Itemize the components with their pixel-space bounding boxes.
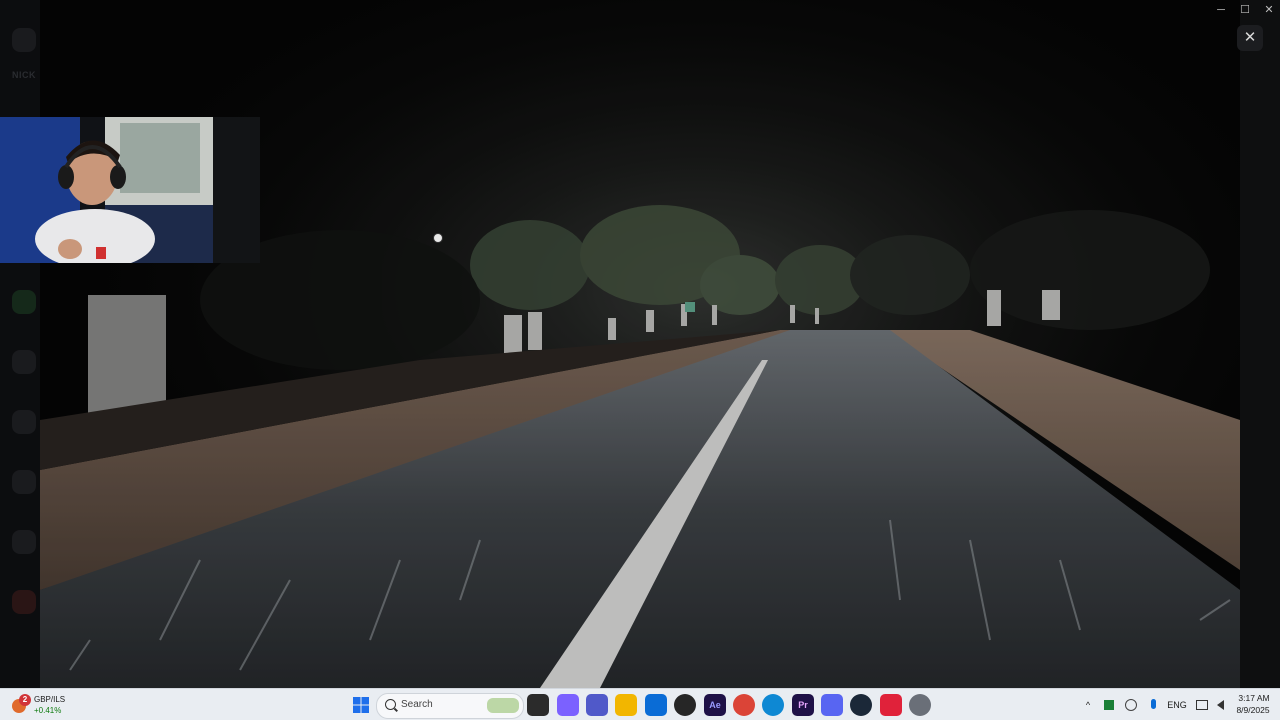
close-viewer-button[interactable]: ✕	[1237, 25, 1263, 51]
after-effects-icon[interactable]: Ae	[704, 694, 726, 716]
discord-home-icon[interactable]	[12, 28, 36, 52]
server-icon[interactable]	[12, 590, 36, 614]
screen: NICK ─ ☐ ✕ ✕ 2 GBP/ILS +0.41% Search Ae …	[0, 0, 1280, 720]
server-icon[interactable]	[12, 530, 36, 554]
mouse-cursor	[433, 233, 443, 243]
server-rail: NICK	[0, 0, 40, 688]
minimize-button[interactable]: ─	[1211, 2, 1231, 18]
red-app-icon[interactable]	[880, 694, 902, 716]
chrome-icon[interactable]	[733, 694, 755, 716]
file-explorer-icon[interactable]	[615, 694, 637, 716]
tray-app-icon[interactable]	[1100, 689, 1118, 720]
tray-security-icon[interactable]	[1122, 689, 1140, 720]
window-close-button[interactable]: ✕	[1259, 2, 1279, 18]
rail-label: NICK	[12, 70, 36, 80]
maximize-button[interactable]: ☐	[1235, 2, 1255, 18]
server-icon[interactable]	[12, 410, 36, 434]
task-view-icon[interactable]	[527, 694, 549, 716]
discord-icon[interactable]	[821, 694, 843, 716]
windows-logo-icon	[353, 697, 369, 713]
search-highlight-icon	[487, 698, 519, 713]
streamer-webcam-image	[0, 117, 260, 263]
settings-icon[interactable]	[909, 694, 931, 716]
notification-badge: 2	[19, 694, 31, 706]
clock-date[interactable]: 8/9/2025	[1230, 705, 1276, 715]
language-indicator[interactable]: ENG	[1164, 689, 1190, 720]
search-placeholder: Search	[401, 699, 433, 710]
teams-icon[interactable]	[586, 694, 608, 716]
viewer-side-strip	[1240, 0, 1280, 688]
server-icon[interactable]	[12, 350, 36, 374]
steam-icon[interactable]	[850, 694, 872, 716]
server-icon[interactable]	[12, 290, 36, 314]
server-icon[interactable]	[12, 470, 36, 494]
night-road-video-frame	[40, 0, 1240, 688]
store-icon[interactable]	[645, 694, 667, 716]
obs-icon[interactable]	[674, 694, 696, 716]
volume-icon[interactable]	[1212, 689, 1228, 720]
show-hidden-icons-button[interactable]: ^	[1080, 689, 1096, 720]
microphone-icon[interactable]	[1144, 689, 1162, 720]
taskbar: 2 GBP/ILS +0.41% Search Ae Pr ^ ENG 3:17…	[0, 688, 1280, 720]
clock-time[interactable]: 3:17 AM	[1234, 693, 1274, 703]
media-viewer[interactable]	[40, 0, 1240, 688]
taskbar-search[interactable]: Search	[376, 693, 524, 719]
copilot-icon[interactable]	[557, 694, 579, 716]
widget-title: GBP/ILS	[34, 695, 66, 704]
network-icon[interactable]	[1194, 689, 1210, 720]
search-icon	[385, 699, 396, 710]
edge-icon[interactable]	[762, 694, 784, 716]
start-button[interactable]	[350, 694, 372, 716]
webcam-overlay	[0, 117, 260, 263]
widget-value: +0.41%	[34, 706, 62, 715]
premiere-icon[interactable]: Pr	[792, 694, 814, 716]
